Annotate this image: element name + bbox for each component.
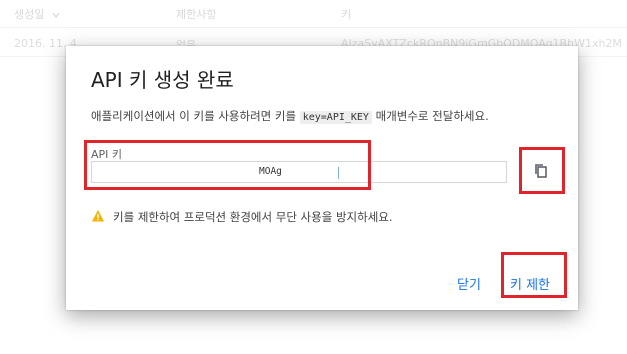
warning-text: 키를 제한하여 프로덕션 환경에서 무단 사용을 방지하세요. xyxy=(113,210,393,224)
description-code: key=API_KEY xyxy=(299,111,372,124)
highlight-copy-button xyxy=(519,147,565,194)
warning-icon xyxy=(92,210,104,222)
highlight-restrict-key-button xyxy=(501,252,567,298)
description-text-before: 애플리케이션에서 이 키를 사용하려면 키를 xyxy=(91,109,300,123)
dialog-description: 애플리케이션에서 이 키를 사용하려면 키를 key=API_KEY 매개변수로… xyxy=(91,108,489,124)
description-text-after: 매개변수로 전달하세요. xyxy=(371,109,489,123)
close-button[interactable]: 닫기 xyxy=(457,274,481,293)
dialog-title: API 키 생성 완료 xyxy=(91,68,234,92)
highlight-api-key-field xyxy=(84,140,371,190)
